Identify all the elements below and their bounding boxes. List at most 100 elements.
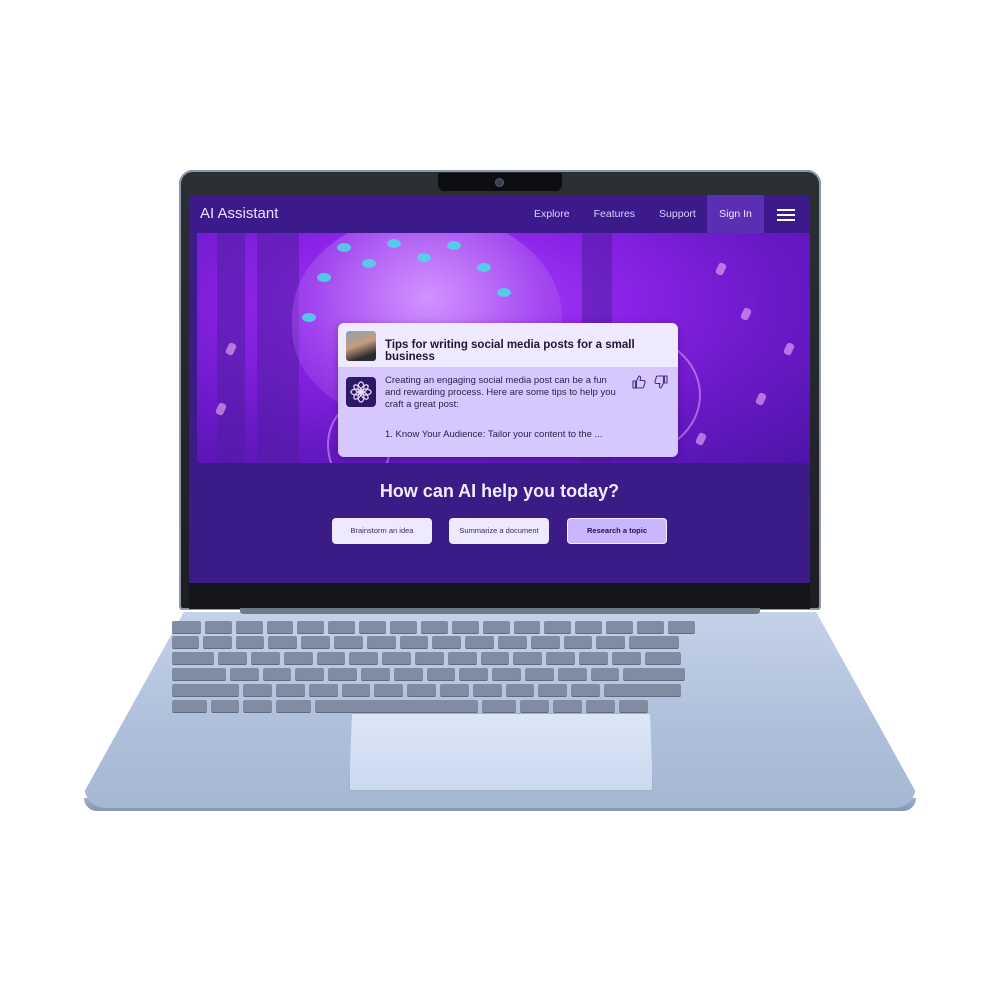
keyboard-key	[275, 684, 305, 696]
webcam	[496, 179, 503, 186]
user-avatar	[346, 331, 376, 361]
keyboard-key	[266, 621, 294, 633]
nav-link-features[interactable]: Features	[582, 195, 647, 233]
hamburger-menu-icon[interactable]	[777, 209, 795, 221]
keyboard-key	[513, 621, 541, 633]
assistant-logo-icon	[346, 377, 376, 407]
keyboard-key	[359, 621, 387, 633]
laptop-hinge	[240, 608, 760, 614]
top-nav: AI Assistant Explore Features Support Si…	[189, 195, 810, 233]
keyboard-key	[432, 636, 462, 648]
keyboard-key	[172, 652, 215, 664]
user-prompt: Tips for writing social media posts for …	[338, 323, 678, 367]
keyboard-row	[172, 621, 695, 633]
keyboard-key	[210, 700, 240, 712]
keyboard-key	[172, 684, 240, 696]
keyboard-key	[546, 652, 575, 664]
keyboard-key	[262, 668, 292, 680]
keyboard-key	[420, 621, 448, 633]
keyboard-key	[172, 700, 207, 712]
keyboard-key	[590, 668, 620, 680]
help-headline: How can AI help you today?	[379, 481, 620, 501]
keyboard-key	[251, 652, 280, 664]
keyboard-key	[334, 636, 363, 648]
keyboard-key	[328, 621, 356, 633]
keyboard-key	[283, 652, 313, 664]
keyboard-key	[524, 668, 554, 680]
keyboard-key	[557, 668, 587, 680]
keyboard-key	[482, 621, 510, 633]
keyboard-key	[382, 652, 412, 664]
keyboard-key	[276, 700, 311, 712]
keyboard-row	[172, 684, 681, 696]
keyboard-key	[243, 684, 272, 696]
keyboard-key	[618, 700, 648, 712]
keyboard-key	[544, 621, 572, 633]
keyboard-key	[172, 668, 226, 680]
laptop-screen: AI Assistant Explore Features Support Si…	[189, 195, 810, 583]
keyboard-row	[172, 668, 685, 680]
keyboard-key	[553, 700, 583, 712]
keyboard-key	[480, 652, 510, 664]
thumbs-down-icon[interactable]	[654, 375, 668, 389]
brand-title[interactable]: AI Assistant	[200, 205, 278, 222]
sign-in-button[interactable]: Sign In	[707, 195, 764, 233]
nav-link-support[interactable]: Support	[647, 195, 708, 233]
keyboard-key	[596, 636, 626, 648]
brainstorm-button[interactable]: Brainstorm an idea	[332, 518, 432, 544]
keyboard-key	[202, 636, 232, 648]
assistant-response: Creating an engaging social media post c…	[338, 367, 678, 457]
screen-bezel-bottom	[189, 583, 810, 609]
keyboard-key	[530, 636, 560, 648]
keyboard-key	[295, 668, 325, 680]
keyboard-key	[360, 668, 390, 680]
trackpad[interactable]	[349, 713, 653, 791]
keyboard-key	[268, 636, 298, 648]
summarize-button[interactable]: Summarize a document	[449, 518, 549, 544]
keyboard-key	[498, 636, 527, 648]
keyboard-key	[235, 621, 263, 633]
keyboard-key	[415, 652, 444, 664]
thumbs-up-icon[interactable]	[632, 375, 646, 389]
nav-link-explore[interactable]: Explore	[522, 195, 582, 233]
camera-notch	[438, 173, 562, 191]
keyboard-key	[204, 621, 232, 633]
keyboard-key	[481, 700, 517, 712]
keyboard-key	[644, 652, 682, 664]
keyboard-key	[465, 636, 495, 648]
keyboard-key	[243, 700, 273, 712]
keyboard-key	[399, 636, 429, 648]
assistant-response-text: Creating an engaging social media post c…	[385, 375, 616, 410]
keyboard-key	[390, 621, 417, 633]
keyboard-key	[563, 636, 593, 648]
hero-jellyfish-image: Tips for writing social media posts for …	[197, 233, 810, 463]
keyboard-key	[603, 684, 681, 696]
keyboard-row	[172, 700, 648, 712]
chat-card: Tips for writing social media posts for …	[338, 323, 678, 457]
keyboard-row	[172, 652, 682, 664]
keyboard-key	[571, 684, 600, 696]
keyboard-key	[316, 652, 346, 664]
keyboard-key	[229, 668, 259, 680]
keyboard-key	[393, 668, 423, 680]
keyboard	[172, 621, 834, 712]
research-topic-button[interactable]: Research a topic	[567, 518, 667, 544]
keyboard-key	[513, 652, 543, 664]
keyboard-key	[575, 621, 603, 633]
keyboard-key	[439, 684, 469, 696]
keyboard-key	[472, 684, 502, 696]
keyboard-key	[459, 668, 489, 680]
keyboard-key	[623, 668, 685, 680]
keyboard-key	[341, 684, 371, 696]
keyboard-key	[314, 700, 478, 712]
keyboard-key	[492, 668, 521, 680]
keyboard-key	[667, 621, 695, 633]
nav-links: Explore Features Support	[522, 195, 708, 233]
keyboard-key	[451, 621, 479, 633]
keyboard-key	[505, 684, 535, 696]
keyboard-key	[606, 621, 634, 633]
keyboard-key	[520, 700, 550, 712]
keyboard-key	[374, 684, 404, 696]
keyboard-key	[366, 636, 396, 648]
keyboard-key	[586, 700, 615, 712]
